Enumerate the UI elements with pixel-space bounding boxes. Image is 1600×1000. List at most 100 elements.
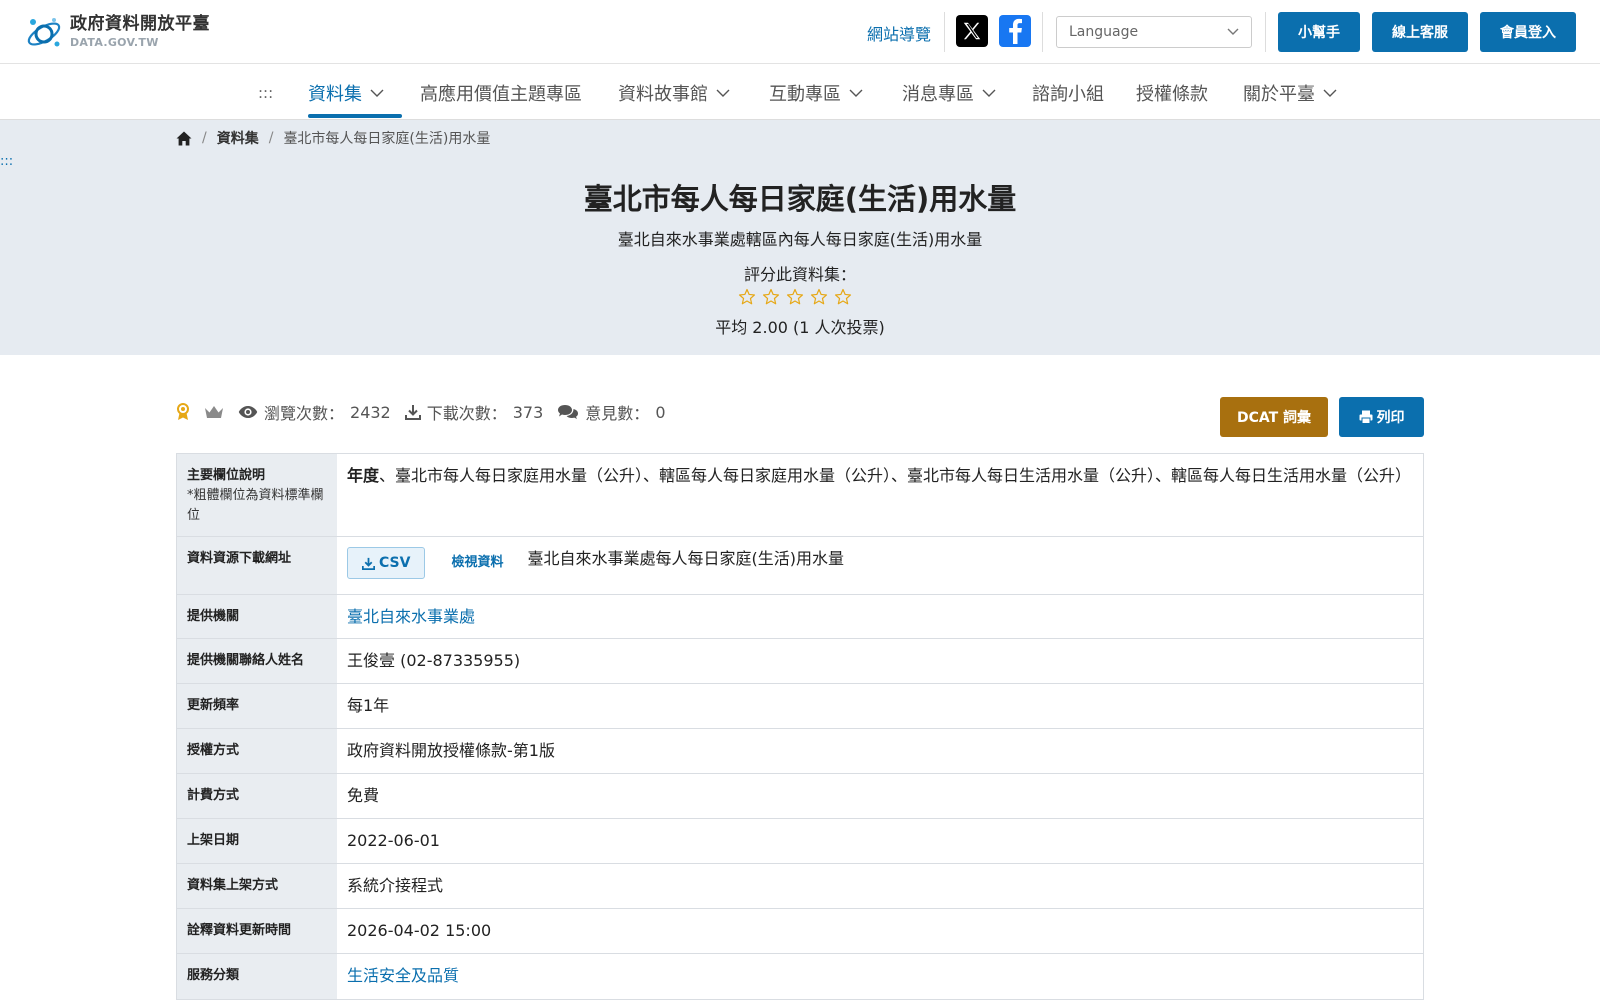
service-category-link[interactable]: 生活安全及品質 [347,964,459,988]
dcat-vocab-button[interactable]: DCAT 詞彙 [1220,397,1328,437]
accesskey-marker[interactable]: ::: [0,154,13,169]
sitemap-link[interactable]: 網站導覽 [867,21,931,45]
logo-title: 政府資料開放平臺 [70,14,210,34]
row-header: 提供機關 [177,595,337,638]
star-icon[interactable] [834,288,852,306]
chevron-down-icon [849,89,863,97]
row-header: 主要欄位說明 *粗體欄位為資料標準欄位 [177,454,337,536]
view-count: 瀏覽次數： 2432 [238,400,391,424]
nav-item-label: 資料故事館 [618,84,708,105]
active-nav-indicator [308,114,402,118]
chevron-down-icon [1227,28,1239,35]
csv-download-button[interactable]: CSV [347,547,426,579]
download-count-label: 下載次數： [426,404,507,423]
chevron-down-icon [370,89,384,97]
row-header: 提供機關聯絡人姓名 [177,639,337,683]
logo-icon [24,12,64,52]
dataset-description: 臺北自來水事業處轄區內每人每日家庭(生活)用水量 [617,230,983,249]
home-icon[interactable] [176,131,192,146]
nav-item-datasets[interactable]: 資料集 [308,80,384,106]
row-header: 授權方式 [177,729,337,773]
table-row: 服務分類 生活安全及品質 [177,954,1423,999]
table-row: 上架日期 2022-06-01 [177,819,1423,864]
metadata-updated: 2026-04-02 15:00 [347,921,492,940]
award-icon [177,403,189,420]
table-row: 資料集上架方式 系統介接程式 [177,864,1423,909]
divider [1042,12,1043,52]
nav-item-label: 關於平臺 [1243,84,1315,105]
table-row: 計費方式 免費 [177,774,1423,819]
csv-label: CSV [379,555,411,571]
download-count: 下載次數： 373 [404,400,544,424]
nav-item-label: 高應用價值主題專區 [420,84,582,105]
row-header-note: *粗體欄位為資料標準欄位 [187,488,324,523]
license: 政府資料開放授權條款-第1版 [347,741,555,760]
table-row: 詮釋資料更新時間 2026-04-02 15:00 [177,909,1423,954]
download-icon [362,557,375,570]
publish-method: 系統介接程式 [347,876,444,895]
breadcrumb-separator: / [202,130,207,146]
site-logo[interactable]: 政府資料開放平臺 DATA.GOV.TW [24,12,210,52]
star-icon[interactable] [786,288,804,306]
pricing: 免費 [347,786,380,805]
nav-item-license[interactable]: 授權條款 [1136,80,1208,106]
main-fields-rest: 、臺北市每人每日家庭用水量（公升）、轄區每人每日家庭用水量（公升）、臺北市每人每… [379,466,1412,485]
eye-icon [238,406,258,418]
language-select-value: Language [1069,24,1139,40]
nav-item-high-value[interactable]: 高應用價值主題專區 [420,80,582,106]
update-frequency: 每1年 [347,696,390,715]
rating-stars[interactable] [738,288,852,306]
x-twitter-icon[interactable] [956,15,988,47]
row-header: 詮釋資料更新時間 [177,909,337,953]
comment-count-value: 0 [655,402,666,422]
row-header: 計費方式 [177,774,337,818]
download-icon [404,405,421,420]
printer-icon [1359,410,1372,424]
chevron-down-icon [1323,89,1337,97]
rating-label: 評分此資料集： [743,265,856,284]
nav-item-news[interactable]: 消息專區 [902,80,996,106]
divider [1265,12,1266,52]
view-count-value: 2432 [350,402,391,422]
facebook-icon[interactable] [999,15,1031,47]
row-header: 更新頻率 [177,684,337,728]
breadcrumb-datasets[interactable]: 資料集 [217,128,259,148]
star-icon[interactable] [762,288,780,306]
breadcrumb: / 資料集 / 臺北市每人每日家庭(生活)用水量 [176,128,490,148]
member-login-button[interactable]: 會員登入 [1480,12,1576,52]
star-icon[interactable] [738,288,756,306]
chevron-down-icon [982,89,996,97]
row-header: 資料資源下載網址 [177,537,337,594]
nav-item-label: 諮詢小組 [1032,84,1104,105]
provider-agency-link[interactable]: 臺北自來水事業處 [347,605,475,629]
star-icon[interactable] [810,288,828,306]
print-button-label: 列印 [1376,410,1405,426]
comment-count: 意見數： 0 [557,400,666,424]
resource-name: 臺北自來水事業處每人每日家庭(生活)用水量 [527,549,844,568]
row-header: 資料集上架方式 [177,864,337,908]
accesskey-marker[interactable]: ::: [258,84,273,102]
row-header-label: 主要欄位說明 [187,468,266,483]
view-data-link[interactable]: 檢視資料 [451,547,503,579]
standard-field-bold: 年度 [347,466,380,485]
print-button[interactable]: 列印 [1339,397,1424,437]
language-select[interactable]: Language [1056,16,1252,48]
nav-item-label: 授權條款 [1136,84,1208,105]
dataset-stats: 瀏覽次數： 2432 下載次數： 373 意見數： 0 [176,400,666,424]
table-row: 資料資源下載網址 CSV 檢視資料 臺北自來水事業處每人每日家庭(生活)用水量 [177,537,1423,595]
nav-item-advisory[interactable]: 諮詢小組 [1032,80,1104,106]
site-header: 政府資料開放平臺 DATA.GOV.TW 網站導覽 Language 小幫手 線… [0,0,1600,64]
table-row: 提供機關聯絡人姓名 王俊壹 (02-87335955) [177,639,1423,684]
helper-button[interactable]: 小幫手 [1278,12,1360,52]
nav-item-about[interactable]: 關於平臺 [1243,80,1337,106]
dataset-info-table: 主要欄位說明 *粗體欄位為資料標準欄位 年度、臺北市每人每日家庭用水量（公升）、… [176,453,1424,1000]
download-count-value: 373 [512,402,544,422]
nav-item-interactive[interactable]: 互動專區 [769,80,863,106]
divider [944,12,945,52]
online-support-button[interactable]: 線上客服 [1372,12,1468,52]
view-count-label: 瀏覽次數： [264,404,345,423]
publish-date: 2022-06-01 [347,831,440,850]
main-nav: ::: 資料集 高應用價值主題專區 資料故事館 互動專區 消息專區 諮詢小組 授… [0,64,1600,120]
nav-item-stories[interactable]: 資料故事館 [618,80,730,106]
table-row: 更新頻率 每1年 [177,684,1423,729]
